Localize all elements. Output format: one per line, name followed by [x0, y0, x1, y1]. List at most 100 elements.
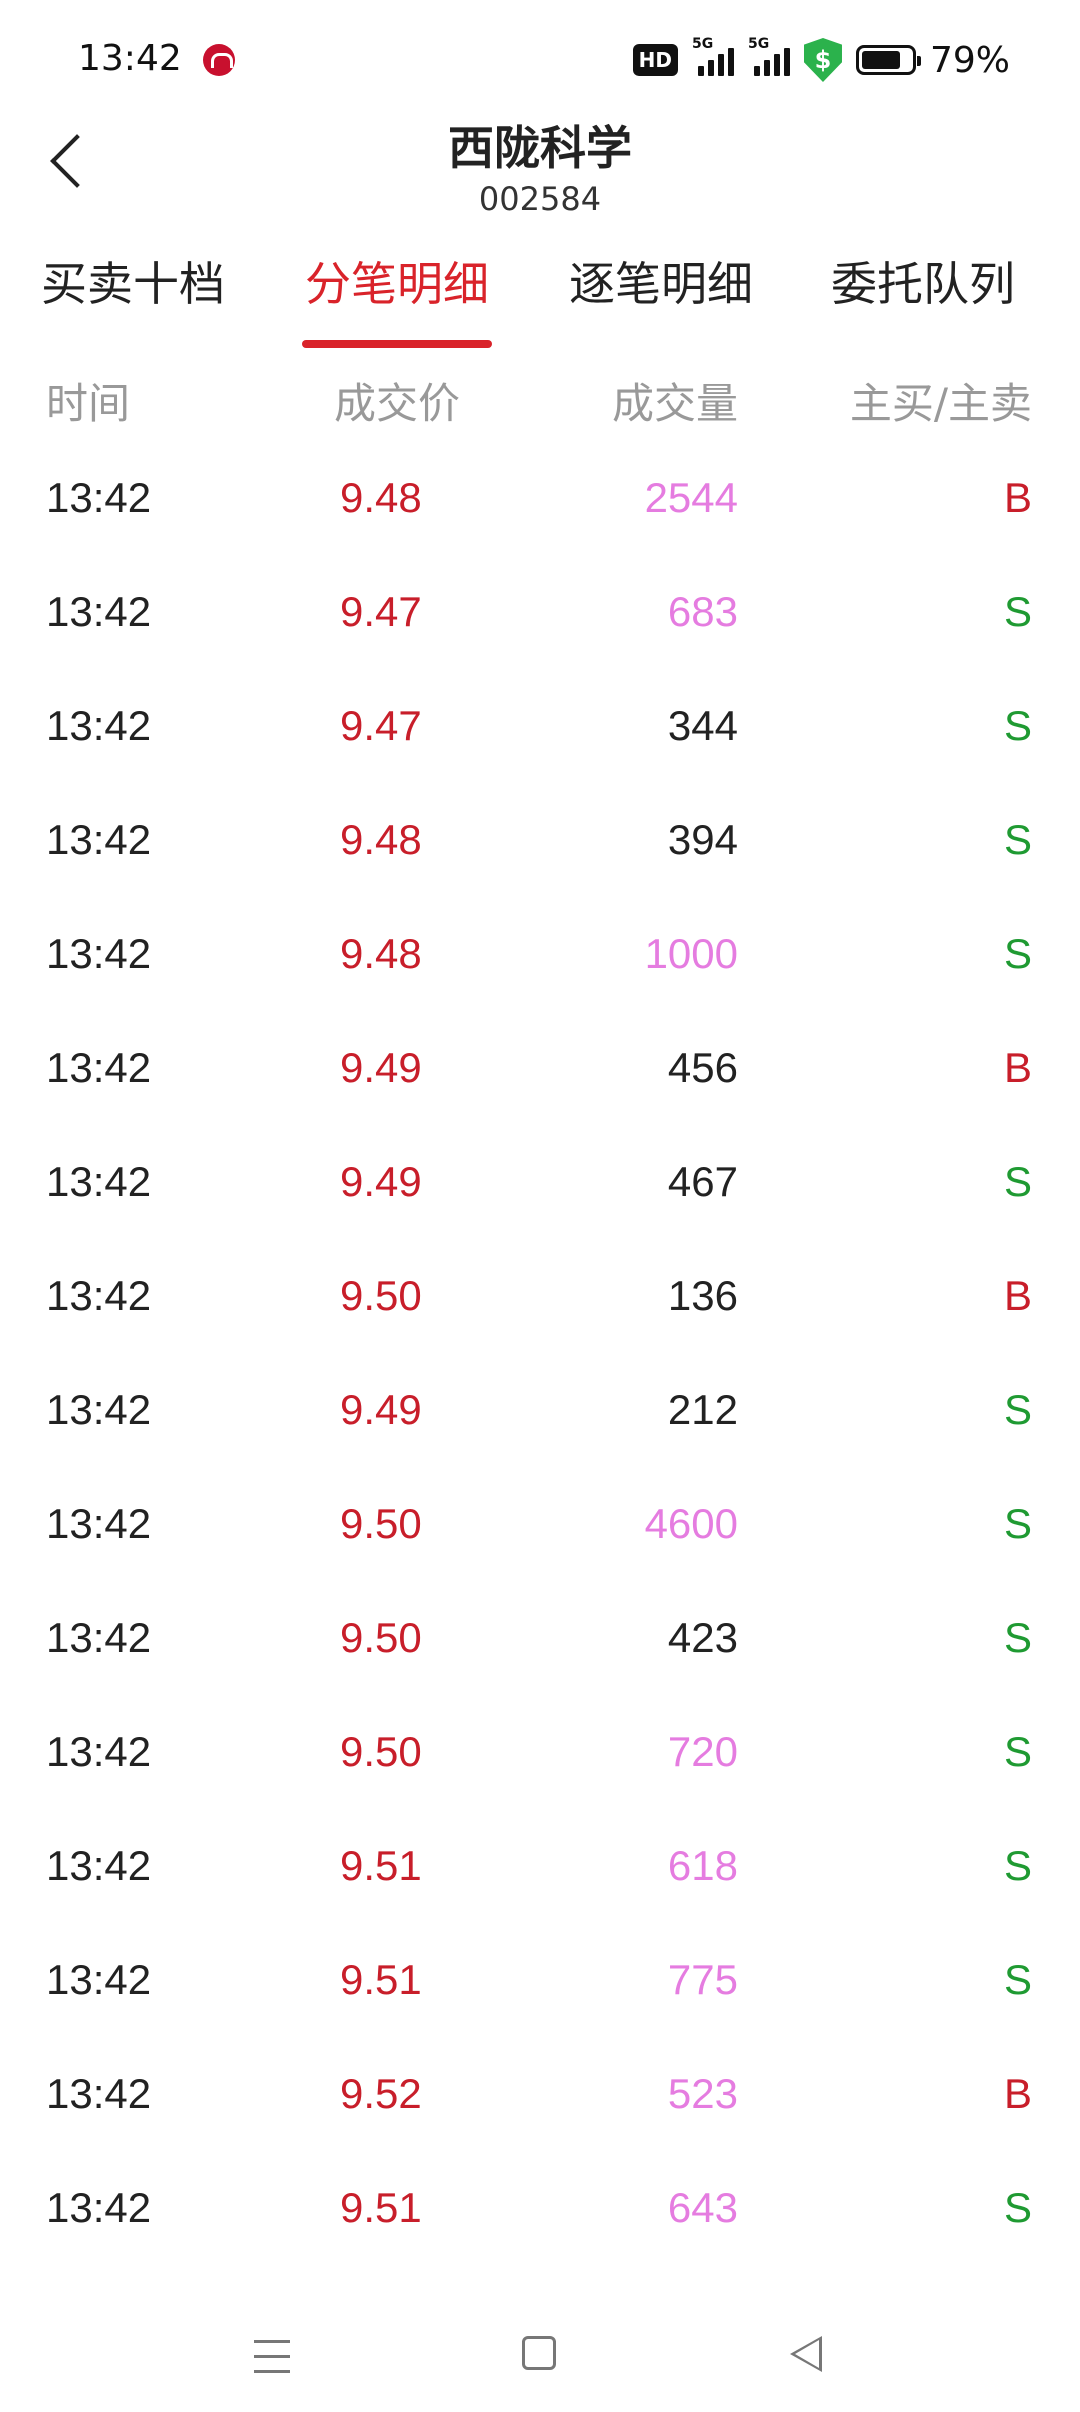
trade-volume: 136 — [667, 1272, 738, 1319]
trade-volume: 423 — [667, 1614, 738, 1661]
signal-icon-1: 5G — [692, 36, 734, 76]
trade-time: 13:42 — [46, 1956, 152, 2003]
trade-volume: 523 — [667, 2070, 738, 2117]
trade-side: S — [1003, 1842, 1032, 1889]
table-row: 13:42 9.51 643 S — [0, 2154, 1080, 2268]
trade-time: 13:42 — [46, 1728, 152, 1775]
table-row: 13:42 9.49 456 B — [0, 1014, 1080, 1128]
tab-tick-detail[interactable]: 分笔明细 — [302, 248, 492, 348]
trade-time: 13:42 — [46, 1044, 152, 1091]
trade-side: S — [1003, 702, 1032, 749]
stock-code: 002584 — [478, 180, 602, 218]
battery-icon — [855, 45, 921, 75]
trade-time: 13:42 — [46, 1614, 152, 1661]
trade-side: B — [1003, 1044, 1032, 1091]
trade-price: 9.50 — [340, 1614, 422, 1661]
trade-price: 9.51 — [340, 1842, 422, 1889]
tab-order-book[interactable]: 买卖十档 — [38, 248, 228, 348]
trade-side: S — [1003, 816, 1032, 863]
trade-side: S — [1003, 2184, 1032, 2231]
trade-time: 13:42 — [46, 1386, 152, 1433]
trade-side: S — [1003, 1614, 1032, 1661]
trade-volume: 643 — [667, 2184, 738, 2231]
column-header-side: 主买/主卖 — [849, 379, 1032, 428]
trade-volume: 1000 — [644, 930, 738, 977]
network-type-2: 5G — [747, 36, 770, 52]
trade-price: 9.48 — [340, 816, 422, 863]
trade-side: S — [1003, 1728, 1032, 1775]
recent-apps-icon[interactable] — [254, 2340, 290, 2374]
trade-volume: 683 — [667, 588, 738, 635]
trade-side: S — [1003, 1158, 1032, 1205]
security-shield-icon: $ — [803, 38, 842, 82]
table-row: 13:42 9.49 467 S — [0, 1128, 1080, 1242]
tab-label: 委托队列 — [831, 257, 1015, 311]
trade-volume: 394 — [667, 816, 738, 863]
trade-time: 13:42 — [46, 702, 152, 749]
trade-volume: 212 — [667, 1386, 738, 1433]
trade-price: 9.47 — [340, 588, 422, 635]
table-row: 13:42 9.50 136 B — [0, 1242, 1080, 1356]
tab-order-queue[interactable]: 委托队列 — [828, 248, 1018, 348]
trade-time: 13:42 — [46, 588, 152, 635]
table-row: 13:42 9.48 1000 S — [0, 900, 1080, 1014]
column-header-time: 时间 — [46, 379, 131, 428]
trade-price: 9.51 — [340, 1956, 422, 2003]
table-row: 13:42 9.51 618 S — [0, 1812, 1080, 1926]
trade-side: S — [1003, 1386, 1032, 1433]
tick-list[interactable]: 13:42 9.48 2544 B 13:42 9.47 683 S 13:42 9.47 344 S… — [0, 444, 1080, 2268]
active-tab-indicator — [302, 340, 492, 348]
battery-percentage: 79% — [929, 39, 1010, 81]
trade-time: 13:42 — [46, 1272, 152, 1319]
hd-voice-icon: HD — [632, 44, 678, 76]
app-notification-icon — [203, 44, 235, 76]
trade-volume: 720 — [667, 1728, 738, 1775]
trade-time: 13:42 — [46, 816, 152, 863]
trade-volume: 4600 — [644, 1500, 738, 1547]
table-row: 13:42 9.50 423 S — [0, 1584, 1080, 1698]
trade-price: 9.50 — [340, 1272, 422, 1319]
tab-label: 逐笔明细 — [569, 257, 753, 311]
trade-volume: 2544 — [644, 474, 738, 521]
trade-side: B — [1003, 2070, 1032, 2117]
trade-volume: 344 — [667, 702, 738, 749]
table-row: 13:42 9.50 4600 S — [0, 1470, 1080, 1584]
tab-trade-by-trade[interactable]: 逐笔明细 — [566, 248, 756, 348]
table-row: 13:42 9.52 523 B — [0, 2040, 1080, 2154]
trade-price: 9.49 — [340, 1044, 422, 1091]
network-type-1: 5G — [691, 36, 714, 52]
trade-price: 9.48 — [340, 474, 422, 521]
trade-price: 9.47 — [340, 702, 422, 749]
column-header-volume: 成交量 — [611, 379, 738, 428]
trade-time: 13:42 — [46, 1500, 152, 1547]
system-nav-bar — [0, 2302, 1080, 2412]
trade-price: 9.51 — [340, 2184, 422, 2231]
table-row: 13:42 9.47 344 S — [0, 672, 1080, 786]
trade-time: 13:42 — [46, 474, 152, 521]
trade-volume: 775 — [667, 1956, 738, 2003]
table-row: 13:42 9.49 212 S — [0, 1356, 1080, 1470]
table-row: 13:42 9.48 394 S — [0, 786, 1080, 900]
trade-price: 9.50 — [340, 1500, 422, 1547]
trade-price: 9.49 — [340, 1386, 422, 1433]
trade-side: B — [1003, 1272, 1032, 1319]
trade-time: 13:42 — [46, 2070, 152, 2117]
back-nav-icon[interactable] — [790, 2336, 822, 2372]
trade-price: 9.52 — [340, 2070, 422, 2117]
tab-label: 分笔明细 — [305, 257, 489, 311]
trade-side: S — [1003, 1500, 1032, 1547]
home-icon[interactable] — [522, 2336, 556, 2370]
header: 西陇科学 002584 — [0, 100, 1080, 230]
trade-price: 9.48 — [340, 930, 422, 977]
trade-price: 9.50 — [340, 1728, 422, 1775]
stock-name: 西陇科学 — [448, 121, 632, 175]
trade-price: 9.49 — [340, 1158, 422, 1205]
table-row: 13:42 9.48 2544 B — [0, 444, 1080, 558]
trade-volume: 467 — [667, 1158, 738, 1205]
tab-bar: 买卖十档 分笔明细 逐笔明细 委托队列 — [0, 248, 1080, 348]
trade-time: 13:42 — [46, 1842, 152, 1889]
trade-volume: 456 — [667, 1044, 738, 1091]
trade-side: B — [1003, 474, 1032, 521]
status-time: 13:42 — [78, 38, 182, 79]
table-row: 13:42 9.51 775 S — [0, 1926, 1080, 2040]
